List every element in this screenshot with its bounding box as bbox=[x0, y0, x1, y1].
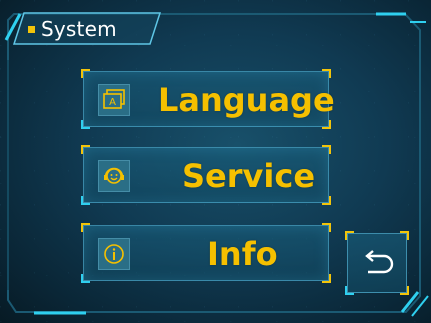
language-label: Language bbox=[158, 81, 335, 119]
language-button[interactable]: A Language bbox=[81, 69, 335, 129]
service-label: Service bbox=[182, 157, 316, 195]
info-button[interactable]: Info bbox=[81, 223, 331, 283]
system-screen: System A Language Service Info bbox=[0, 0, 431, 323]
customer-service-icon bbox=[98, 160, 130, 192]
screen-title: System bbox=[41, 17, 117, 41]
info-icon bbox=[98, 238, 130, 270]
back-button[interactable] bbox=[345, 231, 409, 295]
back-arrow-icon bbox=[365, 250, 394, 274]
screen-title-tab: System bbox=[22, 14, 117, 44]
info-label: Info bbox=[207, 235, 278, 273]
service-button[interactable]: Service bbox=[81, 145, 331, 205]
title-bullet-icon bbox=[28, 25, 35, 33]
language-icon: A bbox=[98, 84, 130, 116]
svg-text:A: A bbox=[109, 97, 116, 108]
